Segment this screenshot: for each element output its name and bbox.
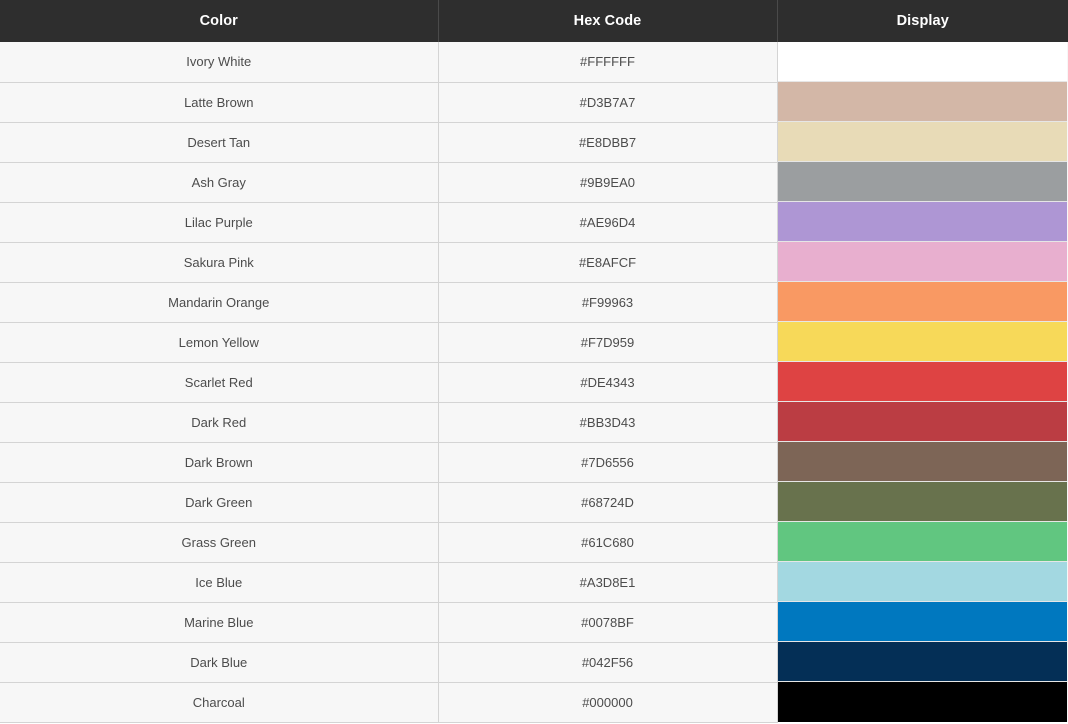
- color-display-cell: [777, 282, 1068, 322]
- table-body: Ivory White #FFFFFF Latte Brown #D3B7A7 Dese…: [0, 42, 1068, 723]
- color-swatch: [777, 162, 1067, 202]
- table-row: Lemon Yellow #F7D959: [0, 322, 1068, 363]
- table-row: Mandarin Orange #F99963: [0, 282, 1068, 323]
- color-name-cell: Desert Tan: [0, 122, 439, 163]
- color-display-cell: [777, 562, 1068, 602]
- color-swatch: [777, 282, 1067, 322]
- color-display-cell: [777, 322, 1068, 362]
- color-display-cell: [777, 362, 1068, 402]
- table-row: Lilac Purple #AE96D4: [0, 202, 1068, 243]
- color-display-cell: [777, 402, 1068, 442]
- color-swatch: [777, 482, 1067, 522]
- color-swatch: [777, 242, 1067, 282]
- table-header: Color Hex Code Display: [0, 0, 1068, 42]
- hex-code-cell: #F7D959: [438, 322, 778, 363]
- color-swatch: [777, 322, 1067, 362]
- column-header-color: Color: [0, 0, 439, 42]
- hex-code-cell: #000000: [438, 682, 778, 723]
- color-swatch: [777, 642, 1067, 682]
- color-display-cell: [777, 522, 1068, 562]
- hex-code-cell: #D3B7A7: [438, 82, 778, 123]
- color-swatch: [777, 522, 1067, 562]
- color-name-cell: Lemon Yellow: [0, 322, 439, 363]
- table-row: Sakura Pink #E8AFCF: [0, 242, 1068, 283]
- table-row: Ivory White #FFFFFF: [0, 42, 1068, 83]
- color-display-cell: [777, 642, 1068, 682]
- column-header-display: Display: [896, 13, 949, 29]
- color-name-cell: Latte Brown: [0, 82, 439, 123]
- color-name-cell: Ash Gray: [0, 162, 439, 203]
- column-header-hex-code: Hex Code: [438, 0, 778, 42]
- color-name-cell: Lilac Purple: [0, 202, 439, 243]
- table-row: Latte Brown #D3B7A7: [0, 82, 1068, 123]
- color-name-cell: Ice Blue: [0, 562, 439, 603]
- color-palette-table: Color Hex Code Display Ivory White #FFFFF…: [0, 0, 1068, 723]
- color-name-cell: Dark Blue: [0, 642, 439, 683]
- color-display-cell: [777, 122, 1068, 162]
- hex-code-cell: #9B9EA0: [438, 162, 778, 203]
- table-row: Scarlet Red #DE4343: [0, 362, 1068, 403]
- table-row: Dark Red #BB3D43: [0, 402, 1068, 443]
- color-swatch: [777, 202, 1067, 242]
- table-row: Grass Green #61C680: [0, 522, 1068, 563]
- color-display-cell: [777, 42, 1068, 82]
- color-display-cell: [777, 162, 1068, 202]
- color-display-cell: [777, 82, 1068, 122]
- color-swatch: [777, 402, 1067, 442]
- hex-code-cell: #E8DBB7: [438, 122, 778, 163]
- color-name-cell: Ivory White: [0, 42, 439, 83]
- hex-code-cell: #0078BF: [438, 602, 778, 643]
- table-row: Marine Blue #0078BF: [0, 602, 1068, 643]
- color-swatch: [777, 442, 1067, 482]
- color-name-cell: Sakura Pink: [0, 242, 439, 283]
- hex-code-cell: #F99963: [438, 282, 778, 323]
- table-row: Ash Gray #9B9EA0: [0, 162, 1068, 203]
- color-swatch: [777, 362, 1067, 402]
- hex-code-cell: #E8AFCF: [438, 242, 778, 283]
- color-display-cell: [777, 482, 1068, 522]
- color-swatch: [777, 562, 1067, 602]
- table-row: Ice Blue #A3D8E1: [0, 562, 1068, 603]
- hex-code-cell: #61C680: [438, 522, 778, 563]
- hex-code-cell: #FFFFFF: [438, 42, 778, 83]
- hex-code-cell: #7D6556: [438, 442, 778, 483]
- hex-code-cell: #A3D8E1: [438, 562, 778, 603]
- color-display-cell: [777, 202, 1068, 242]
- color-swatch: [777, 122, 1067, 162]
- color-name-cell: Grass Green: [0, 522, 439, 563]
- color-swatch: [777, 682, 1067, 722]
- color-name-cell: Scarlet Red: [0, 362, 439, 403]
- color-display-cell: [777, 442, 1068, 482]
- table-row: Dark Brown #7D6556: [0, 442, 1068, 483]
- hex-code-cell: #68724D: [438, 482, 778, 523]
- table-row: Dark Blue #042F56: [0, 642, 1068, 683]
- color-swatch: [777, 82, 1067, 122]
- color-swatch: [777, 42, 1067, 82]
- table-header-row: Color Hex Code Display: [0, 0, 1068, 42]
- hex-code-cell: #DE4343: [438, 362, 778, 403]
- table-row: Dark Green #68724D: [0, 482, 1068, 523]
- color-name-cell: Marine Blue: [0, 602, 439, 643]
- color-name-cell: Dark Red: [0, 402, 439, 443]
- hex-code-cell: #AE96D4: [438, 202, 778, 243]
- hex-code-cell: #BB3D43: [438, 402, 778, 443]
- table-row: Desert Tan #E8DBB7: [0, 122, 1068, 163]
- color-name-cell: Dark Green: [0, 482, 439, 523]
- color-display-cell: [777, 602, 1068, 642]
- color-swatch: [777, 602, 1067, 642]
- color-display-cell: [777, 242, 1068, 282]
- color-display-cell: [777, 682, 1068, 722]
- hex-code-cell: #042F56: [438, 642, 778, 683]
- color-name-cell: Mandarin Orange: [0, 282, 439, 323]
- color-name-cell: Charcoal: [0, 682, 439, 723]
- table-row: Charcoal #000000: [0, 682, 1068, 723]
- color-name-cell: Dark Brown: [0, 442, 439, 483]
